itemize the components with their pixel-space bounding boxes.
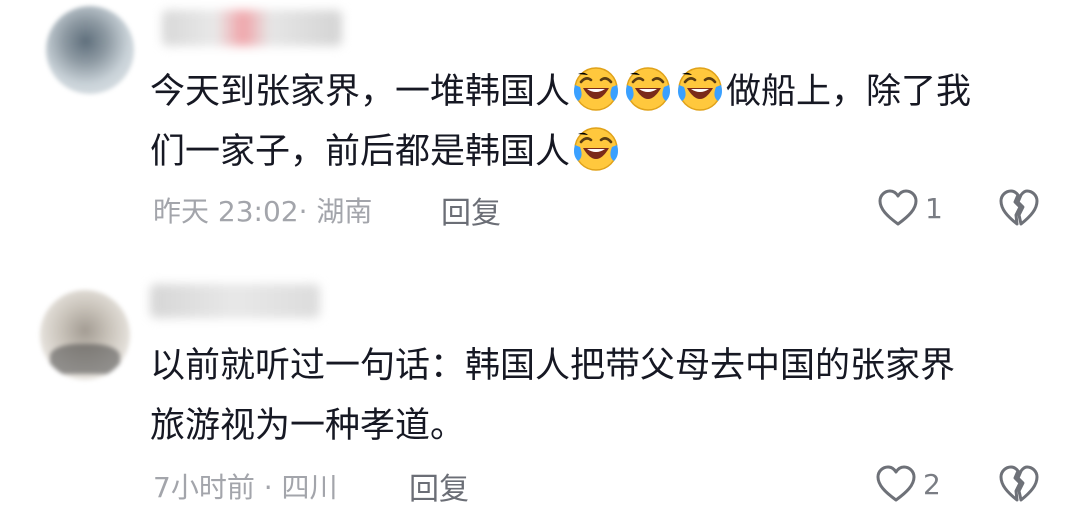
dislike-button[interactable] [998, 188, 1040, 232]
comment-line: 旅游视为一种孝道。 [150, 406, 466, 446]
like-button[interactable]: 1 [877, 188, 943, 228]
broken-heart-icon [998, 188, 1040, 228]
laughing-crying-emoji-icon [572, 65, 620, 113]
comment-line: 们一家子，前后都是韩国人 [150, 122, 971, 182]
laughing-crying-emoji-icon [572, 125, 620, 173]
avatar[interactable] [40, 290, 130, 380]
username-blurred[interactable] [162, 10, 342, 46]
like-button[interactable]: 2 [875, 464, 941, 504]
broken-heart-icon [998, 464, 1040, 504]
comment-text: 以前就听过一句话：韩国人把带父母去中国的张家界 旅游视为一种孝道。 [150, 336, 955, 456]
comment-2: 以前就听过一句话：韩国人把带父母去中国的张家界 旅游视为一种孝道。 7小时前 ·… [0, 270, 1080, 507]
reply-button[interactable]: 回复 [409, 464, 469, 508]
comment-text: 今天到张家界，一堆韩国人 做船上，除了我 们一家子，前后都是韩国人 [150, 62, 971, 182]
heart-outline-icon [877, 188, 919, 228]
comment-1: 今天到张家界，一堆韩国人 做船上，除了我 们一家子，前后都是韩国人 昨天 23:0… [0, 0, 1080, 250]
like-count: 2 [923, 467, 941, 501]
dislike-button[interactable] [998, 464, 1040, 508]
reply-button[interactable]: 回复 [441, 188, 501, 232]
comment-line: 今天到张家界，一堆韩国人 做船上，除了我 [150, 62, 971, 122]
comment-meta: 昨天 23:02· 湖南 [153, 195, 373, 228]
laughing-crying-emoji-icon [676, 65, 724, 113]
comment-line: 以前就听过一句话：韩国人把带父母去中国的张家界 [150, 346, 956, 386]
laughing-crying-emoji-icon [624, 65, 672, 113]
comment-meta: 7小时前 · 四川 [153, 471, 338, 504]
username-blurred[interactable] [150, 284, 320, 318]
like-count: 1 [925, 191, 943, 225]
avatar[interactable] [46, 6, 134, 94]
heart-outline-icon [875, 464, 917, 504]
